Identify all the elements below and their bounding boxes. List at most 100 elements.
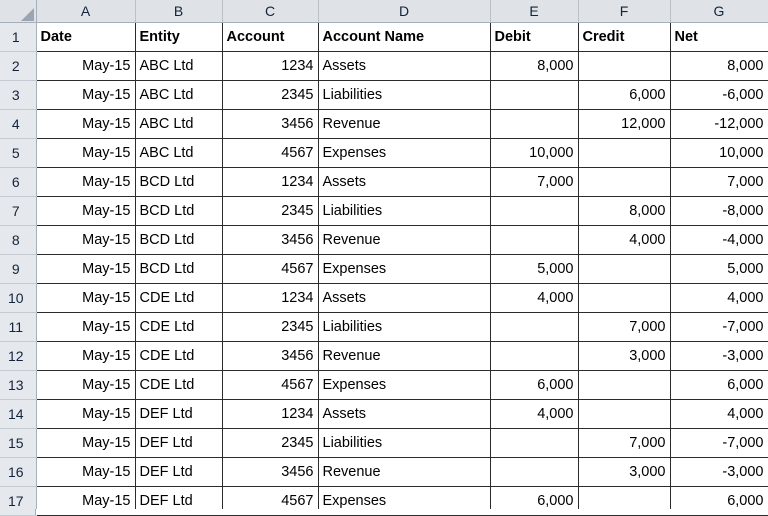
cell-debit-row-12[interactable] bbox=[489, 341, 579, 371]
cell-date-row-4[interactable]: May-15 bbox=[35, 109, 136, 139]
row-header-12[interactable]: 12 bbox=[0, 341, 37, 371]
row-header-7[interactable]: 7 bbox=[0, 196, 37, 226]
cell-account_name-row-14[interactable]: Assets bbox=[317, 399, 491, 429]
cell-net-row-7[interactable]: -8,000 bbox=[669, 196, 768, 226]
cell-account-row-10[interactable]: 1234 bbox=[221, 283, 319, 313]
cell-date-row-16[interactable]: May-15 bbox=[35, 457, 136, 487]
cell-net-row-3[interactable]: -6,000 bbox=[669, 80, 768, 110]
cell-credit-row-15[interactable]: 7,000 bbox=[577, 428, 671, 458]
cell-entity-row-8[interactable]: BCD Ltd bbox=[134, 225, 223, 255]
cell-account_name-row-6[interactable]: Assets bbox=[317, 167, 491, 197]
cell-account-row-2[interactable]: 1234 bbox=[221, 51, 319, 81]
cell-date-row-3[interactable]: May-15 bbox=[35, 80, 136, 110]
cell-net-row-11[interactable]: -7,000 bbox=[669, 312, 768, 342]
header-cell-credit[interactable]: Credit bbox=[577, 22, 671, 52]
cell-credit-row-12[interactable]: 3,000 bbox=[577, 341, 671, 371]
cell-account_name-row-11[interactable]: Liabilities bbox=[317, 312, 491, 342]
cell-entity-row-13[interactable]: CDE Ltd bbox=[134, 370, 223, 400]
cell-net-row-16[interactable]: -3,000 bbox=[669, 457, 768, 487]
cell-account-row-14[interactable]: 1234 bbox=[221, 399, 319, 429]
header-cell-account_name[interactable]: Account Name bbox=[317, 22, 491, 52]
cell-entity-row-12[interactable]: CDE Ltd bbox=[134, 341, 223, 371]
cell-entity-row-14[interactable]: DEF Ltd bbox=[134, 399, 223, 429]
cell-entity-row-10[interactable]: CDE Ltd bbox=[134, 283, 223, 313]
cell-credit-row-10[interactable] bbox=[577, 283, 671, 313]
header-cell-entity[interactable]: Entity bbox=[134, 22, 223, 52]
cell-account_name-row-9[interactable]: Expenses bbox=[317, 254, 491, 284]
cell-credit-row-8[interactable]: 4,000 bbox=[577, 225, 671, 255]
cell-debit-row-10[interactable]: 4,000 bbox=[489, 283, 579, 313]
cell-debit-row-7[interactable] bbox=[489, 196, 579, 226]
cell-date-row-7[interactable]: May-15 bbox=[35, 196, 136, 226]
column-header-f[interactable]: F bbox=[578, 0, 671, 23]
select-all-corner-button[interactable] bbox=[0, 0, 37, 23]
header-cell-account[interactable]: Account bbox=[221, 22, 319, 52]
row-header-3[interactable]: 3 bbox=[0, 80, 37, 110]
column-header-a[interactable]: A bbox=[36, 0, 136, 23]
cell-entity-row-15[interactable]: DEF Ltd bbox=[134, 428, 223, 458]
cell-account-row-8[interactable]: 3456 bbox=[221, 225, 319, 255]
cell-date-row-14[interactable]: May-15 bbox=[35, 399, 136, 429]
header-cell-debit[interactable]: Debit bbox=[489, 22, 579, 52]
cell-net-row-10[interactable]: 4,000 bbox=[669, 283, 768, 313]
cell-net-row-4[interactable]: -12,000 bbox=[669, 109, 768, 139]
cell-date-row-6[interactable]: May-15 bbox=[35, 167, 136, 197]
cell-entity-row-5[interactable]: ABC Ltd bbox=[134, 138, 223, 168]
cell-debit-row-11[interactable] bbox=[489, 312, 579, 342]
cell-credit-row-6[interactable] bbox=[577, 167, 671, 197]
cell-credit-row-13[interactable] bbox=[577, 370, 671, 400]
column-header-d[interactable]: D bbox=[318, 0, 491, 23]
cell-date-row-15[interactable]: May-15 bbox=[35, 428, 136, 458]
cell-account_name-row-7[interactable]: Liabilities bbox=[317, 196, 491, 226]
cell-debit-row-13[interactable]: 6,000 bbox=[489, 370, 579, 400]
cell-debit-row-3[interactable] bbox=[489, 80, 579, 110]
cell-account-row-15[interactable]: 2345 bbox=[221, 428, 319, 458]
cell-debit-row-16[interactable] bbox=[489, 457, 579, 487]
cell-entity-row-7[interactable]: BCD Ltd bbox=[134, 196, 223, 226]
cell-credit-row-4[interactable]: 12,000 bbox=[577, 109, 671, 139]
row-header-9[interactable]: 9 bbox=[0, 254, 37, 284]
row-header-5[interactable]: 5 bbox=[0, 138, 37, 168]
cell-account_name-row-4[interactable]: Revenue bbox=[317, 109, 491, 139]
cell-account-row-3[interactable]: 2345 bbox=[221, 80, 319, 110]
cell-debit-row-9[interactable]: 5,000 bbox=[489, 254, 579, 284]
cell-account-row-11[interactable]: 2345 bbox=[221, 312, 319, 342]
row-header-16[interactable]: 16 bbox=[0, 457, 37, 487]
cell-net-row-14[interactable]: 4,000 bbox=[669, 399, 768, 429]
cell-account_name-row-3[interactable]: Liabilities bbox=[317, 80, 491, 110]
row-header-14[interactable]: 14 bbox=[0, 399, 37, 429]
cell-credit-row-3[interactable]: 6,000 bbox=[577, 80, 671, 110]
cell-net-row-2[interactable]: 8,000 bbox=[669, 51, 768, 81]
row-header-2[interactable]: 2 bbox=[0, 51, 37, 81]
row-header-8[interactable]: 8 bbox=[0, 225, 37, 255]
cell-net-row-12[interactable]: -3,000 bbox=[669, 341, 768, 371]
cell-entity-row-3[interactable]: ABC Ltd bbox=[134, 80, 223, 110]
cell-debit-row-6[interactable]: 7,000 bbox=[489, 167, 579, 197]
cell-credit-row-14[interactable] bbox=[577, 399, 671, 429]
cell-debit-row-5[interactable]: 10,000 bbox=[489, 138, 579, 168]
column-header-g[interactable]: G bbox=[670, 0, 768, 23]
cell-entity-row-4[interactable]: ABC Ltd bbox=[134, 109, 223, 139]
row-header-10[interactable]: 10 bbox=[0, 283, 37, 313]
cell-date-row-2[interactable]: May-15 bbox=[35, 51, 136, 81]
cell-account_name-row-15[interactable]: Liabilities bbox=[317, 428, 491, 458]
column-header-e[interactable]: E bbox=[490, 0, 579, 23]
cell-account_name-row-8[interactable]: Revenue bbox=[317, 225, 491, 255]
row-header-13[interactable]: 13 bbox=[0, 370, 37, 400]
cell-account-row-12[interactable]: 3456 bbox=[221, 341, 319, 371]
cell-entity-row-11[interactable]: CDE Ltd bbox=[134, 312, 223, 342]
cell-net-row-5[interactable]: 10,000 bbox=[669, 138, 768, 168]
cell-entity-row-2[interactable]: ABC Ltd bbox=[134, 51, 223, 81]
row-header-4[interactable]: 4 bbox=[0, 109, 37, 139]
cell-account_name-row-5[interactable]: Expenses bbox=[317, 138, 491, 168]
cell-date-row-13[interactable]: May-15 bbox=[35, 370, 136, 400]
row-header-15[interactable]: 15 bbox=[0, 428, 37, 458]
cell-account-row-5[interactable]: 4567 bbox=[221, 138, 319, 168]
cell-net-row-8[interactable]: -4,000 bbox=[669, 225, 768, 255]
cell-date-row-9[interactable]: May-15 bbox=[35, 254, 136, 284]
cell-account_name-row-16[interactable]: Revenue bbox=[317, 457, 491, 487]
cell-net-row-13[interactable]: 6,000 bbox=[669, 370, 768, 400]
column-header-c[interactable]: C bbox=[222, 0, 319, 23]
cell-credit-row-5[interactable] bbox=[577, 138, 671, 168]
row-header-1[interactable]: 1 bbox=[0, 22, 37, 52]
